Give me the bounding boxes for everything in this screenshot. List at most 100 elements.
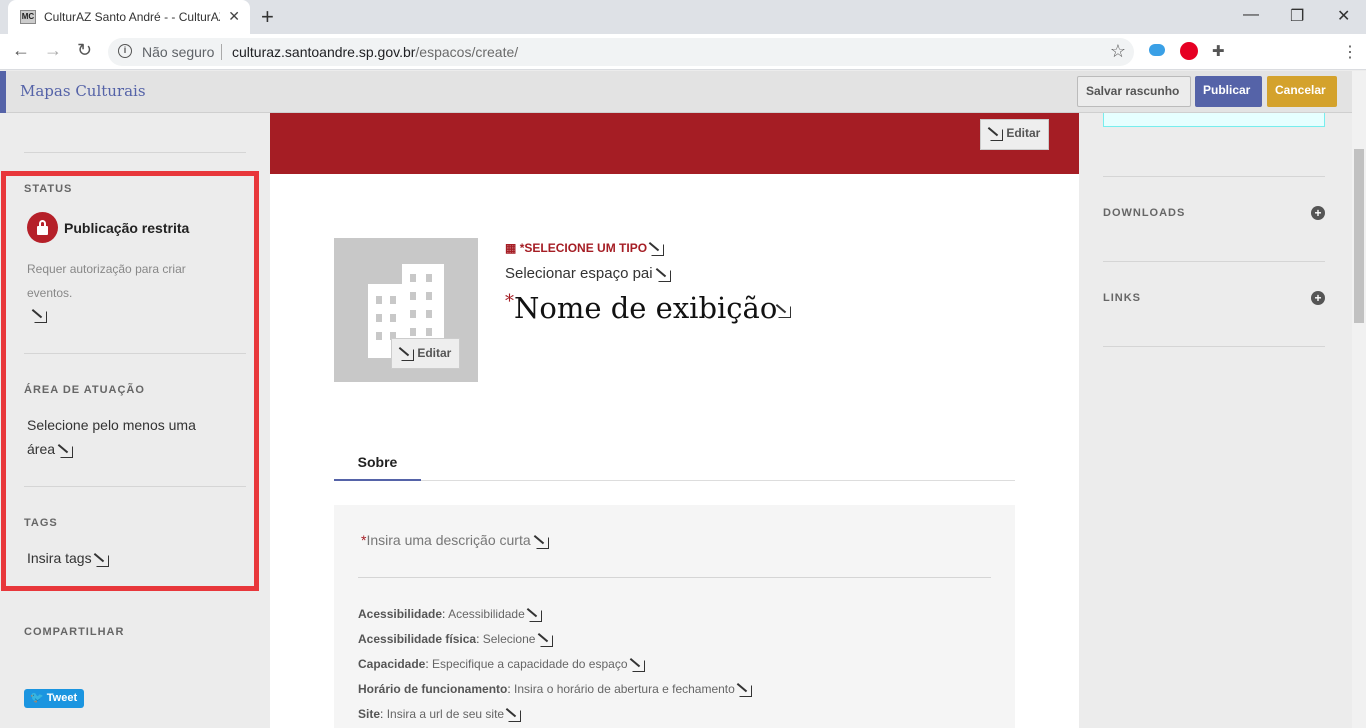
security-label: Não seguro <box>142 44 215 60</box>
edit-icon[interactable] <box>539 633 553 648</box>
scrollbar-thumb[interactable] <box>1354 149 1364 323</box>
meta-label: Capacidade <box>358 657 426 671</box>
meta-label: Acessibilidade <box>358 607 443 621</box>
right-sidebar: DOWNLOADS + LINKS + <box>1079 113 1352 728</box>
meta-physical-accessibility[interactable]: Acessibilidade física: Selecione <box>358 632 553 648</box>
area-value-line1[interactable]: Selecione pelo menos uma <box>27 417 196 433</box>
meta-value: Acessibilidade <box>448 607 525 621</box>
edit-icon[interactable] <box>535 535 549 549</box>
lock-icon <box>27 212 58 243</box>
downloads-title: DOWNLOADS <box>1103 207 1186 219</box>
cloud-extension-icon[interactable] <box>1149 44 1165 56</box>
tab-sobre[interactable]: Sobre <box>334 454 421 481</box>
tags-value: Insira tags <box>27 550 92 566</box>
meta-value: Selecione <box>482 632 536 646</box>
cancel-button[interactable]: Cancelar <box>1267 76 1337 107</box>
avatar-edit-label: Editar <box>417 346 452 360</box>
page-scrollbar[interactable] <box>1352 71 1366 728</box>
header-accent <box>0 71 6 113</box>
meta-value: Insira o horário de abertura e fechament… <box>514 682 735 696</box>
notice-box <box>1103 113 1325 127</box>
space-avatar: Editar <box>334 238 478 382</box>
left-sidebar: STATUS Publicação restrita Requer autori… <box>0 113 270 728</box>
new-tab-icon[interactable]: + <box>261 4 274 30</box>
pinterest-extension-icon[interactable] <box>1180 42 1198 60</box>
edit-icon[interactable] <box>777 304 792 318</box>
url-text[interactable]: culturaz.santoandre.sp.gov.br/espacos/cr… <box>232 44 518 60</box>
restore-icon[interactable]: ❐ <box>1290 6 1304 26</box>
divider <box>24 152 246 153</box>
forward-icon[interactable]: → <box>44 40 62 61</box>
edit-icon[interactable] <box>59 444 73 458</box>
edit-icon[interactable] <box>528 608 543 623</box>
status-desc-line2: eventos. <box>27 286 73 300</box>
meta-site[interactable]: Site: Insira a url de seu site <box>358 707 522 723</box>
publish-button[interactable]: Publicar <box>1195 76 1262 107</box>
tags-input[interactable]: Insira tags <box>27 550 110 567</box>
back-icon[interactable]: ← <box>12 40 30 61</box>
meta-opening-hours[interactable]: Horário de funcionamento: Insira o horár… <box>358 682 753 698</box>
reload-icon[interactable]: ↻ <box>77 40 92 61</box>
meta-value: Especifique a capacidade do espaço <box>432 657 628 671</box>
add-link-icon[interactable]: + <box>1311 291 1325 305</box>
name-label: Nome de exibição <box>514 291 778 325</box>
share-title: COMPARTILHAR <box>24 626 125 638</box>
short-description-text: Insira uma descrição curta <box>366 532 531 548</box>
meta-label: Horário de funcionamento <box>358 682 508 696</box>
brand-logo[interactable]: Mapas Culturais <box>20 82 146 100</box>
edit-icon[interactable] <box>657 268 671 282</box>
links-title: LINKS <box>1103 292 1141 304</box>
tab-title: CulturAZ Santo André - - CulturAZ Santo … <box>44 10 220 24</box>
parent-space-select[interactable]: Selecionar espaço pai <box>505 265 671 282</box>
info-icon[interactable]: i <box>118 44 132 58</box>
url-host: culturaz.santoandre.sp.gov.br <box>232 44 416 60</box>
avatar-edit-button[interactable]: Editar <box>391 338 461 369</box>
short-description-field[interactable]: *Insira uma descrição curta <box>361 532 549 549</box>
area-value-text: área <box>27 441 56 457</box>
cover-edit-label: Editar <box>1006 126 1041 140</box>
cover-edit-button[interactable]: Editar <box>980 119 1050 150</box>
browser-toolbar: ← → ↻ i Não seguro culturaz.santoandre.s… <box>0 34 1366 70</box>
omnibox-divider <box>221 44 222 60</box>
divider <box>1103 261 1325 262</box>
edit-icon[interactable] <box>631 658 645 673</box>
edit-icon <box>989 127 1003 142</box>
save-draft-button[interactable]: Salvar rascunho <box>1077 76 1191 107</box>
edit-icon[interactable] <box>95 553 110 567</box>
minimize-icon[interactable]: — <box>1243 6 1259 24</box>
meta-label: Site <box>358 707 381 721</box>
meta-accessibility[interactable]: Acessibilidade: Acessibilidade <box>358 607 543 623</box>
about-panel: *Insira uma descrição curta Acessibilida… <box>334 505 1015 728</box>
edit-icon[interactable] <box>507 708 522 723</box>
edit-icon[interactable] <box>738 683 753 698</box>
menu-kebab-icon[interactable]: ⋮ <box>1342 42 1358 62</box>
building-type-icon: ▦ <box>505 241 517 255</box>
required-mark: * <box>505 291 514 312</box>
browser-tab-strip: MC CulturAZ Santo André - - CulturAZ San… <box>0 0 1366 34</box>
area-title: ÁREA DE ATUAÇÃO <box>24 384 145 396</box>
address-bar[interactable]: i Não seguro culturaz.santoandre.sp.gov.… <box>108 38 1134 66</box>
twitter-bird-icon: 🐦 <box>30 692 44 704</box>
meta-capacity[interactable]: Capacidade: Especifique a capacidade do … <box>358 657 645 673</box>
status-desc-line1: Requer autorização para criar <box>27 262 186 276</box>
area-value-line2[interactable]: área <box>27 441 73 458</box>
bookmark-star-icon[interactable]: ☆ <box>1110 41 1126 62</box>
edit-icon[interactable] <box>33 309 47 323</box>
close-window-icon[interactable]: ✕ <box>1337 6 1350 26</box>
edit-icon[interactable] <box>650 242 665 257</box>
tab-baseline <box>334 480 1015 481</box>
name-field[interactable]: *Nome de exibição <box>505 291 792 325</box>
tweet-button[interactable]: 🐦 Tweet <box>24 689 84 708</box>
edit-icon <box>400 347 414 362</box>
type-select[interactable]: ▦ *SELECIONE UM TIPO <box>505 241 665 257</box>
divider <box>24 486 246 487</box>
cover-image: Editar <box>270 113 1079 174</box>
browser-tab[interactable]: MC CulturAZ Santo André - - CulturAZ San… <box>8 0 250 34</box>
meta-value: Insira a url de seu site <box>386 707 505 721</box>
close-tab-icon[interactable]: ✕ <box>228 8 240 25</box>
add-download-icon[interactable]: + <box>1311 206 1325 220</box>
divider <box>358 577 991 578</box>
extensions-puzzle-icon[interactable]: ✚ <box>1212 42 1225 60</box>
tweet-label: Tweet <box>46 692 78 704</box>
parent-label: Selecionar espaço pai <box>505 265 653 282</box>
